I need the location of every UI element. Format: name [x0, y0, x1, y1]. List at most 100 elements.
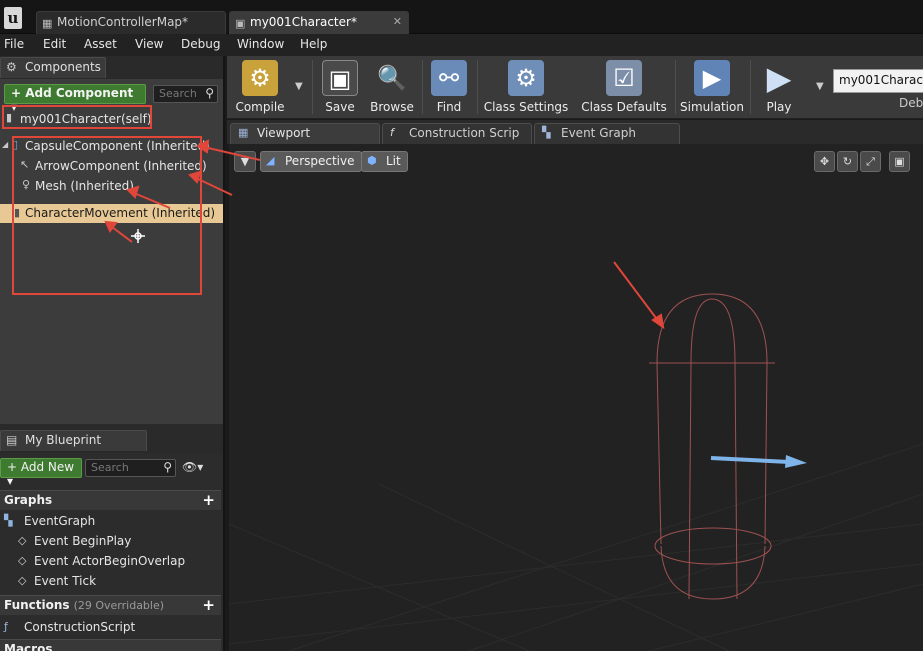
my-blueprint-tab[interactable]: ▤ My Blueprint [0, 430, 147, 451]
perspective-icon: ◢ [266, 154, 275, 167]
search-placeholder: Search [91, 461, 129, 474]
class-settings-icon: ⚙ [508, 60, 544, 96]
add-component-button[interactable]: + Add Component ▾ [4, 84, 146, 114]
lit-label: Lit [386, 154, 401, 168]
lit-sphere-icon: ⬢ [367, 154, 377, 167]
book-icon: ▤ [6, 433, 18, 447]
menu-debug[interactable]: Debug [181, 37, 220, 51]
doc-tab-motion-controller-map[interactable]: ▦ MotionControllerMap* [36, 11, 226, 34]
viewport-scene [229, 261, 923, 651]
search-icon: ⚲ [205, 86, 214, 100]
functions-label: Functions [4, 598, 70, 612]
tab-construction-label: Construction Scrip [409, 126, 520, 140]
menu-edit[interactable]: Edit [43, 37, 66, 51]
debug-object-select[interactable]: my001Character [833, 69, 923, 93]
my-blueprint-tab-label: My Blueprint [25, 433, 102, 447]
blueprint-search-input[interactable]: Search ⚲ [85, 459, 176, 477]
compile-options-chevron-icon[interactable]: ▼ [295, 81, 303, 92]
translate-mode-icon[interactable]: ✥ [814, 151, 835, 172]
unreal-logo-icon[interactable]: u [4, 7, 22, 29]
viewport-icon: ▦ [238, 126, 249, 139]
left-panel: ⚙ Components + Add Component ▾ Search ⚲ … [0, 56, 225, 651]
simulation-button[interactable]: ▶ Simulation [679, 58, 745, 116]
menu-window[interactable]: Window [237, 37, 284, 51]
map-icon: ▦ [42, 17, 53, 30]
construction-script-label: ConstructionScript [24, 620, 136, 634]
arrow-component [710, 455, 807, 468]
play-label: Play [766, 100, 792, 114]
class-defaults-label: Class Defaults [581, 100, 667, 114]
find-button[interactable]: ⚯ Find [426, 58, 472, 116]
rotate-mode-icon[interactable]: ↻ [837, 151, 858, 172]
functions-overridable-count: (29 Overridable) [73, 599, 165, 612]
play-button[interactable]: ▶ Play [754, 58, 804, 116]
add-function-plus-icon[interactable]: + [202, 596, 215, 614]
components-tab[interactable]: ⚙ Components [0, 57, 106, 78]
functions-section-header[interactable]: Functions (29 Overridable) + [0, 595, 221, 615]
eye-visibility-icon[interactable]: 👁▾ [182, 460, 203, 474]
menu-asset[interactable]: Asset [84, 37, 117, 51]
tab-construction-script[interactable]: f Construction Scrip [382, 123, 532, 144]
components-panel: + Add Component ▾ Search ⚲ ▮ my001Charac… [0, 79, 223, 424]
play-options-chevron-icon[interactable]: ▼ [816, 81, 824, 92]
save-label: Save [325, 100, 355, 114]
annotation-box-self [2, 105, 152, 129]
viewport-options-chevron-icon[interactable]: ▼ [234, 151, 256, 172]
components-icon: ⚙ [6, 60, 17, 74]
event-graph-label: EventGraph [24, 514, 96, 528]
perspective-label: Perspective [285, 154, 355, 168]
menu-help[interactable]: Help [300, 37, 327, 51]
find-icon: ⚯ [431, 60, 467, 96]
tab-viewport[interactable]: ▦ Viewport [230, 123, 380, 144]
graphs-label: Graphs [4, 493, 53, 507]
compile-button[interactable]: ⚙ Compile [231, 58, 289, 116]
close-icon[interactable]: ✕ [393, 15, 402, 28]
viewport-3d[interactable]: ▼ ◢ Perspective ⬢ Lit ✥ ↻ ⤢ ▣ [229, 144, 923, 651]
annotation-box-inherited [12, 136, 202, 295]
doc-tab-label: my001Character* [250, 15, 357, 29]
add-graph-plus-icon[interactable]: + [202, 491, 215, 509]
debug-filter-label: Debu [899, 96, 923, 110]
compile-label: Compile [235, 100, 285, 114]
menu-bar: File Edit Asset View Debug Window Help [0, 34, 923, 56]
graphs-section-header[interactable]: Graphs + [0, 490, 221, 510]
tab-event-graph[interactable]: ▚ Event Graph [534, 123, 680, 144]
class-settings-label: Class Settings [483, 100, 569, 114]
event-diamond-icon: ◇ [18, 574, 27, 587]
components-search-input[interactable]: Search ⚲ [153, 85, 218, 103]
expand-triangle-icon[interactable]: ◢ [2, 140, 8, 149]
macros-section-header[interactable]: Macros [0, 639, 221, 651]
browse-button[interactable]: 🔍 Browse [367, 58, 417, 116]
event-diamond-icon: ◇ [18, 534, 27, 547]
ground-grid [229, 443, 923, 651]
function-icon: ƒ [4, 620, 8, 633]
class-defaults-button[interactable]: ☑ Class Defaults [577, 58, 671, 116]
event-label: Event ActorBeginOverlap [34, 554, 186, 568]
save-icon: ▣ [322, 60, 358, 96]
find-label: Find [436, 100, 462, 114]
surface-snapping-icon[interactable]: ▣ [889, 151, 910, 172]
add-new-button[interactable]: + Add New ▾ [0, 458, 82, 488]
tab-viewport-label: Viewport [257, 126, 311, 140]
menu-view[interactable]: View [135, 37, 163, 51]
class-defaults-icon: ☑ [606, 60, 642, 96]
search-icon: ⚲ [163, 460, 172, 474]
class-settings-button[interactable]: ⚙ Class Settings [481, 58, 571, 116]
browse-label: Browse [370, 100, 414, 114]
toolbar-separator [422, 60, 423, 114]
simulation-icon: ▶ [694, 60, 730, 96]
menu-file[interactable]: File [4, 37, 24, 51]
toolbar-separator [312, 60, 313, 114]
lit-button[interactable]: ⬢ Lit [361, 151, 408, 172]
annotation-arrow [613, 261, 665, 330]
function-icon: f [390, 126, 394, 139]
save-button[interactable]: ▣ Save [317, 58, 363, 116]
browse-icon: 🔍 [377, 64, 407, 92]
macros-label: Macros [4, 642, 53, 651]
my-blueprint-panel: + Add New ▾ Search ⚲ 👁▾ Graphs + ▚ Event… [0, 453, 223, 651]
blueprint-icon: ▣ [235, 17, 246, 30]
event-diamond-icon: ◇ [18, 554, 27, 567]
scale-mode-icon[interactable]: ⤢ [860, 151, 881, 172]
doc-tab-my001character[interactable]: ▣ my001Character* ✕ [229, 11, 409, 34]
perspective-button[interactable]: ◢ Perspective [260, 151, 362, 172]
